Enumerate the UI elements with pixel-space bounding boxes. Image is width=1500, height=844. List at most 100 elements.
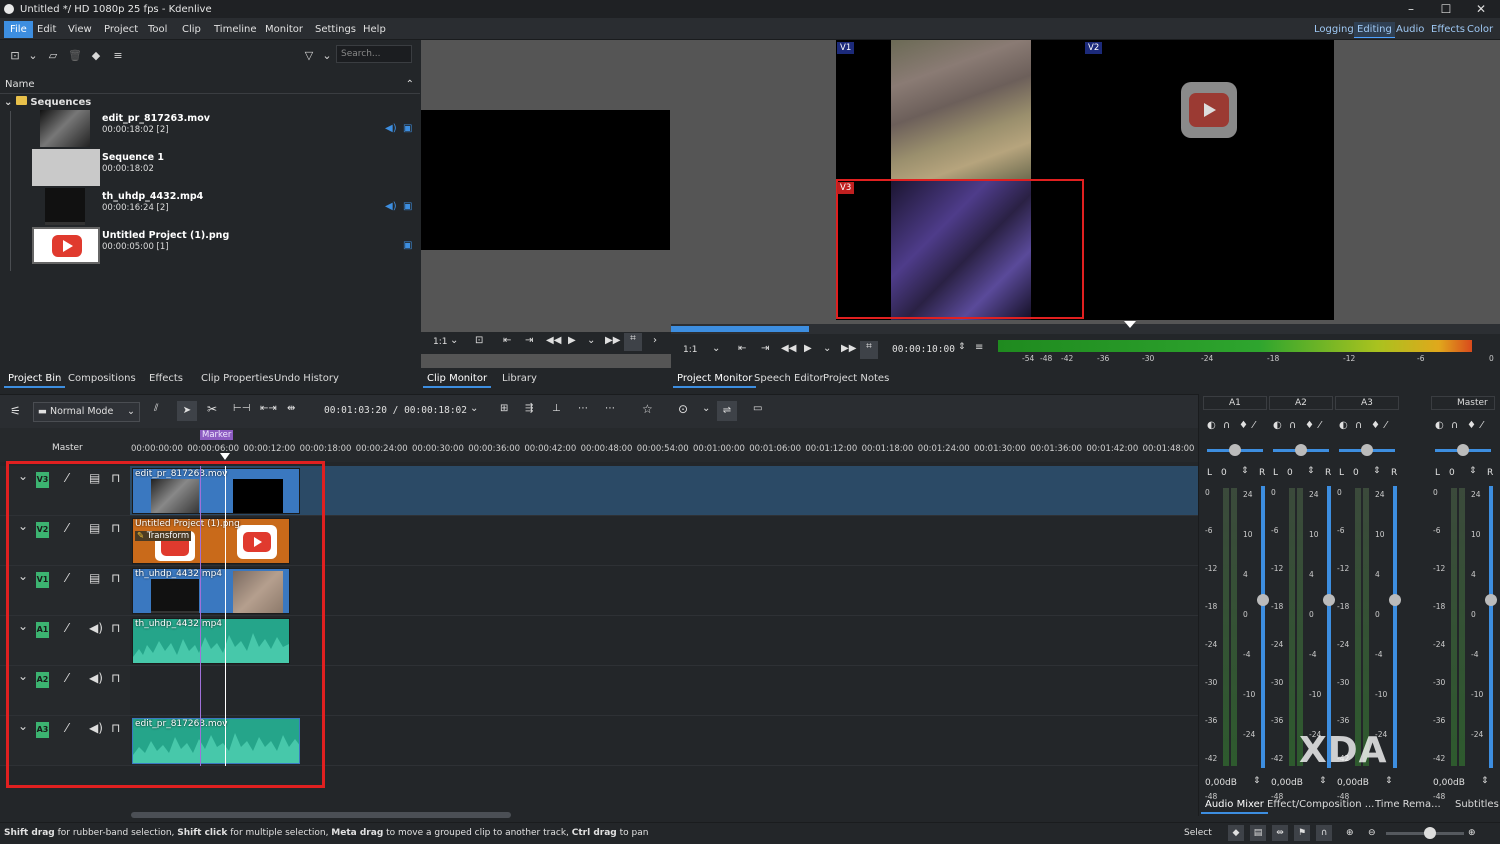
workspace-audio[interactable]: Audio	[1393, 22, 1427, 38]
slip-tool-icon[interactable]: ⇹	[287, 403, 295, 414]
gain-value[interactable]: 0,00dB	[1271, 778, 1303, 788]
set-out-icon[interactable]: ⇥	[525, 335, 533, 346]
monitor-ruler[interactable]	[671, 321, 1500, 334]
tab-time-remap[interactable]: Time Rema...	[1371, 796, 1445, 814]
minimize-button[interactable]: –	[1394, 0, 1428, 18]
crop-icon[interactable]: ⌗	[624, 333, 642, 351]
spin-icon[interactable]: ⇕	[1373, 466, 1381, 476]
menu-view[interactable]: View	[62, 21, 98, 38]
fullscreen-icon[interactable]: ⊡	[475, 335, 483, 346]
flag-icon[interactable]: ⚑	[1294, 825, 1310, 841]
balance-handle[interactable]	[1457, 444, 1469, 456]
chevron-down-icon[interactable]: ⌄	[450, 335, 458, 346]
playhead-marker[interactable]	[220, 453, 230, 460]
balance-value[interactable]: 0	[1353, 468, 1359, 478]
bin-clip-row[interactable]: Sequence 1 00:00:18:02	[0, 148, 418, 187]
timeline-scrollbar[interactable]	[131, 812, 511, 818]
balance-value[interactable]: 0	[1449, 468, 1455, 478]
select-tool-icon[interactable]: ➤	[177, 401, 197, 421]
razor-tool-icon[interactable]: ✂	[207, 402, 217, 416]
tab-subtitles[interactable]: Subtitles	[1451, 796, 1500, 814]
chevron-down-icon[interactable]: ⌄	[4, 97, 12, 108]
zoom-in-icon[interactable]: ⊕	[1468, 823, 1476, 843]
tab-project-monitor[interactable]: Project Monitor	[673, 370, 757, 388]
transition-icon[interactable]: ⇹	[1272, 825, 1288, 841]
chevron-down-icon[interactable]: ⌄	[702, 403, 710, 414]
workspace-logging[interactable]: Logging	[1311, 22, 1357, 38]
volume-fader[interactable]	[1261, 486, 1265, 768]
tab-undo-history[interactable]: Undo History	[270, 370, 343, 388]
tab-project-notes[interactable]: Project Notes	[819, 370, 893, 388]
record-icon[interactable]: ♦	[1239, 420, 1248, 431]
zoom-fit-icon[interactable]: ⊕	[1346, 823, 1354, 843]
set-out-icon[interactable]: ⇥	[761, 343, 769, 354]
clip-monitor-screen[interactable]	[421, 110, 670, 250]
balance-value[interactable]: 0	[1221, 468, 1227, 478]
headphones-icon[interactable]: ∩	[1355, 420, 1362, 431]
magnet-icon[interactable]: ⫽	[154, 403, 158, 414]
chevron-down-icon[interactable]: ⌄	[823, 343, 831, 354]
lift-icon[interactable]: ⊥	[552, 403, 561, 414]
menu-edit[interactable]: Edit	[31, 21, 62, 38]
bin-column-header[interactable]: Name ⌃	[0, 76, 420, 94]
timeline-timecode[interactable]: 00:01:03:20 / 00:00:18:02	[324, 405, 467, 416]
audio-icon[interactable]: ◀)	[385, 201, 397, 212]
tab-audio-mixer[interactable]: Audio Mixer	[1201, 796, 1268, 814]
menu-icon[interactable]: ≡	[975, 342, 983, 353]
zoom-select[interactable]: 1:1	[433, 337, 447, 347]
tab-compositions[interactable]: Compositions	[64, 370, 140, 388]
menu-tool[interactable]: Tool	[142, 21, 173, 38]
headphones-icon[interactable]: ∩	[1451, 420, 1458, 431]
timeline-ruler[interactable]: 00:00:00:00 00:00:06:00 00:00:12:00 00:00:1…	[0, 428, 1198, 462]
audio-icon[interactable]: ◀)	[385, 123, 397, 134]
settings-icon[interactable]: ⚟	[10, 404, 21, 418]
record-icon[interactable]: ♦	[1305, 420, 1314, 431]
tab-project-bin[interactable]: Project Bin	[4, 370, 66, 388]
subtitle-icon[interactable]: ▭	[753, 403, 762, 414]
tab-effect-composition[interactable]: Effect/Composition ...	[1263, 796, 1378, 814]
chevron-down-icon[interactable]: ⌄	[712, 343, 720, 354]
spin-icon[interactable]: ⇕	[1481, 776, 1489, 786]
menu-timeline[interactable]: Timeline	[208, 21, 263, 38]
film-icon[interactable]: ▤	[1250, 825, 1266, 841]
delete-icon[interactable]: 🗑	[66, 47, 84, 65]
video-icon[interactable]: ▣	[403, 201, 412, 212]
close-button[interactable]: ✕	[1464, 0, 1498, 18]
sort-chevron-icon[interactable]: ⌃	[406, 76, 414, 94]
overwrite-icon[interactable]: ⇶	[525, 403, 533, 414]
tab-library[interactable]: Library	[498, 370, 541, 388]
spin-icon[interactable]: ⇕	[1253, 776, 1261, 786]
gain-value[interactable]: 0,00dB	[1337, 778, 1369, 788]
spin-icon[interactable]: ⇕	[958, 342, 966, 352]
workspace-effects[interactable]: Effects	[1428, 22, 1468, 38]
spacer-tool-icon[interactable]: ⊢⊣	[233, 403, 250, 414]
fader-handle[interactable]	[1485, 594, 1497, 606]
filter-dropdown-icon[interactable]: ⌄	[318, 47, 336, 65]
tab-speech-editor[interactable]: Speech Editor	[750, 370, 828, 388]
record-icon[interactable]: ♦	[1371, 420, 1380, 431]
fader-handle[interactable]	[1389, 594, 1401, 606]
chevron-down-icon[interactable]: ⌄	[470, 403, 478, 414]
menu-icon[interactable]: ≡	[109, 47, 127, 65]
tab-clip-monitor[interactable]: Clip Monitor	[423, 370, 492, 388]
monitor-timecode[interactable]: 00:00:10:00	[892, 344, 955, 355]
menu-monitor[interactable]: Monitor	[259, 21, 309, 38]
effects-icon[interactable]: ⁄	[1319, 420, 1321, 431]
record-icon[interactable]: ♦	[1467, 420, 1476, 431]
workspace-editing[interactable]: Editing	[1354, 22, 1395, 38]
folder-sequences[interactable]: ⌄ Sequences	[4, 96, 91, 108]
spin-icon[interactable]: ⇕	[1319, 776, 1327, 786]
mute-icon[interactable]: ◐	[1207, 420, 1216, 431]
headphones-icon[interactable]: ∩	[1289, 420, 1296, 431]
forward-icon[interactable]: ▶▶	[605, 335, 620, 346]
folder-icon[interactable]: ▱	[44, 47, 62, 65]
balance-handle[interactable]	[1229, 444, 1241, 456]
maximize-button[interactable]: ☐	[1429, 0, 1463, 18]
balance-value[interactable]: 0	[1287, 468, 1293, 478]
set-in-icon[interactable]: ⇤	[503, 335, 511, 346]
set-in-icon[interactable]: ⇤	[738, 343, 746, 354]
workspace-color[interactable]: Color	[1464, 22, 1496, 38]
gain-value[interactable]: 0,00dB	[1205, 778, 1237, 788]
chevron-down-icon[interactable]: ⌄	[24, 47, 42, 65]
fader-handle[interactable]	[1257, 594, 1269, 606]
